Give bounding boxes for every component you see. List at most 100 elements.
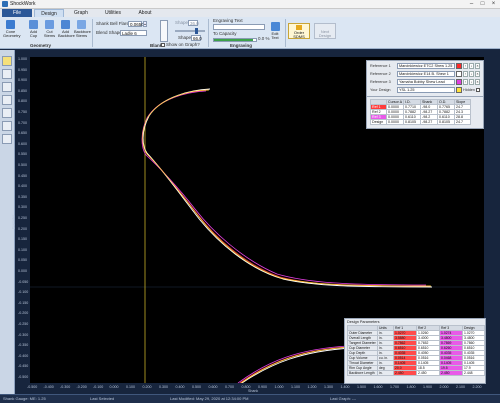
x-tick-label: 0.200 [142, 385, 152, 389]
x-tick-label: 1.200 [307, 385, 317, 389]
show-on-graph-checkbox[interactable] [161, 43, 165, 47]
move-down-icon[interactable]: ↓ [469, 79, 474, 85]
design-color[interactable] [456, 87, 462, 93]
shank-flare-label: Shank Bell Flare: [96, 21, 131, 26]
table-row: Design 0.0000 0.8105 -98.27 0.8105 24.7 [370, 119, 471, 125]
x-tick-label: 1.800 [406, 385, 416, 389]
x-tick-label: 2.100 [456, 385, 465, 389]
pan-tool-icon[interactable] [2, 69, 12, 79]
cone-geometry-icon [6, 20, 15, 29]
status-graph: Last Graph: --- [330, 396, 357, 401]
maximize-icon[interactable]: □ [477, 0, 488, 8]
reference-2-color[interactable] [456, 71, 462, 77]
reference-1-color[interactable] [456, 63, 462, 69]
app-title: ShockWork [10, 1, 36, 7]
status-bar: Shank Gauge: ME: 1.25 Last Selected Last… [0, 394, 500, 403]
reference-3-select[interactable]: Yamaha Bobby Shew Lead [397, 79, 455, 85]
app-icon [2, 1, 8, 7]
group-engraving-label: Engraving [230, 43, 253, 48]
tab-about[interactable]: About [130, 9, 160, 17]
x-tick-label: 1.300 [324, 385, 333, 389]
engraving-progress-fill [214, 39, 253, 41]
y-tick-label: -0.050 [18, 279, 29, 284]
y-tick-label: 0.750 [18, 110, 27, 114]
remove-icon[interactable]: × [475, 79, 480, 85]
reference-row: Reference 1 Marcinkiewicz ETC2 Shew 1.25… [370, 63, 480, 69]
add-cup-button[interactable]: Add Cup [26, 19, 41, 42]
order-button[interactable]: Order SDMS [288, 23, 310, 39]
tab-utilities[interactable]: Utilities [98, 9, 128, 17]
cursor-compare-panel: Cursor ∆ I.D. Shank O.D. Slope Ref 1 0.0… [366, 96, 484, 129]
x-tick-label: 1.900 [423, 385, 432, 389]
reference-3-color[interactable] [456, 79, 462, 85]
y-tick-label: 0.900 [18, 78, 27, 83]
y-tick-label: 0.350 [18, 194, 27, 199]
y-tick-label: 0.050 [18, 258, 27, 263]
hidden-label: Hidden [463, 88, 476, 92]
next-design-button[interactable]: Next Design [314, 23, 336, 39]
reference-row: Reference 3 Yamaha Bobby Shew Lead ↑ ↓ × [370, 79, 480, 85]
ribbon-separator [285, 19, 286, 47]
shape2-input[interactable]: 66.0 [191, 35, 202, 41]
tab-graph[interactable]: Graph [66, 9, 96, 17]
x-tick-label: 1.400 [340, 385, 350, 389]
shape-slider-thumb[interactable] [195, 28, 198, 34]
x-tick-label: 1.700 [390, 385, 399, 389]
close-icon[interactable]: × [488, 0, 499, 8]
cut-stems-button[interactable]: Cut Stems [42, 19, 57, 42]
shank-flare-spinner[interactable]: ▴ [143, 21, 147, 27]
move-up-icon[interactable]: ↑ [463, 71, 468, 77]
add-backbore-icon [61, 20, 70, 29]
y-tick-label: 0.250 [18, 216, 27, 220]
move-down-icon[interactable]: ↓ [469, 71, 474, 77]
shape-slider[interactable] [175, 30, 205, 32]
hidden-checkbox[interactable] [476, 88, 480, 92]
remove-icon[interactable]: × [475, 71, 480, 77]
backbore-stems-button[interactable]: Backbore Stems [74, 19, 91, 42]
remove-icon[interactable]: × [475, 63, 480, 69]
minimize-icon[interactable]: – [466, 0, 477, 8]
engraving-progress [213, 38, 257, 42]
edit-text-button[interactable]: Edit Text [268, 21, 282, 44]
move-up-icon[interactable]: ↑ [463, 79, 468, 85]
add-backbore-button[interactable]: Add Backbore [58, 19, 75, 42]
status-left: Shank Gauge: ME: 1.25 [3, 396, 46, 401]
blend-shape-label: Blend Shape: [96, 30, 124, 35]
your-design-select[interactable]: YSL 1.25 [397, 87, 455, 93]
x-tick-label: 0.400 [175, 385, 185, 389]
y-tick-label: -0.450 [18, 364, 29, 369]
engraving-input[interactable] [213, 24, 265, 30]
title-bar: ShockWork – □ × [0, 0, 500, 9]
y-tick-label: -0.100 [18, 290, 29, 295]
y-tick-label: 0.800 [18, 99, 27, 104]
add-cup-icon [29, 20, 38, 29]
move-up-icon[interactable]: ↑ [463, 63, 468, 69]
grid-tool-icon[interactable] [2, 121, 12, 131]
move-down-icon[interactable]: ↓ [469, 63, 474, 69]
reference-2-select[interactable]: Marcinkiewicz E14 B. Shew 1 [397, 71, 455, 77]
y-tick-label: 0.200 [18, 226, 27, 231]
y-tick-label: -0.350 [18, 343, 29, 348]
y-tick-label: -0.250 [18, 322, 29, 326]
y-tick-label: 0.550 [18, 152, 27, 157]
y-tick-label: 1.000 [18, 57, 27, 61]
y-tick-label: 0.500 [18, 163, 27, 167]
shank-flare-input[interactable]: 0.0650 [128, 21, 144, 27]
tab-design[interactable]: Design [34, 9, 64, 17]
measure-tool-icon[interactable] [2, 95, 12, 105]
pointer-tool-icon[interactable] [2, 56, 12, 66]
y-tick-label: 0.450 [18, 173, 27, 178]
x-tick-label: -0.100 [93, 385, 104, 389]
x-tick-label: 0.600 [208, 385, 218, 389]
ruler-tool-icon[interactable] [2, 108, 12, 118]
export-tool-icon[interactable] [2, 134, 12, 144]
cone-geometry-button[interactable]: Cone Geometry [3, 19, 21, 42]
tab-file[interactable]: File [2, 9, 32, 17]
blend-shape-select[interactable]: Ladle 6 [120, 30, 147, 36]
y-tick-label: 0.700 [18, 120, 27, 125]
y-tick-label: 0.650 [18, 131, 27, 136]
y-tick-label: 0.600 [18, 141, 27, 146]
zoom-tool-icon[interactable] [2, 82, 12, 92]
shape-input[interactable]: 36.0 [188, 20, 199, 26]
reference-1-select[interactable]: Marcinkiewicz ETC2 Shew 1.25 [397, 63, 455, 69]
